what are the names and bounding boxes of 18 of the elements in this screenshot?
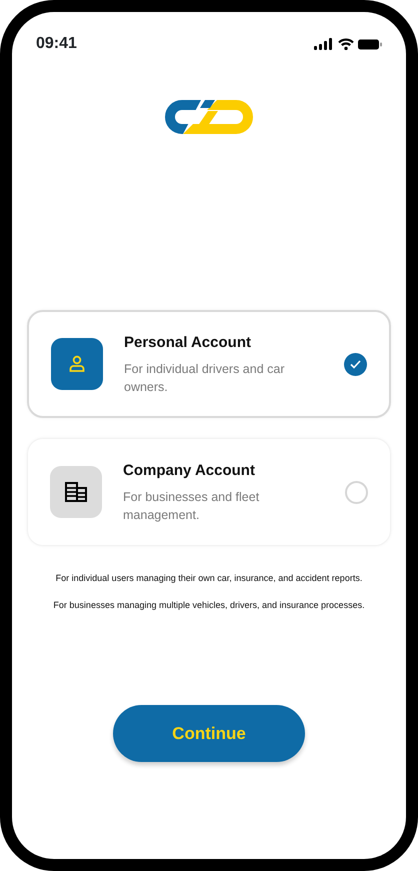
person-icon xyxy=(68,355,86,373)
account-description: For businesses and fleet management. xyxy=(123,488,260,524)
account-option[interactable]: Personal Account For individual drivers and car owners. xyxy=(27,310,391,418)
battery-icon xyxy=(358,38,382,50)
radio-button[interactable] xyxy=(345,480,368,504)
continue-button[interactable]: Continue xyxy=(113,705,305,762)
check-icon[interactable] xyxy=(344,352,367,376)
account-title: Company Account xyxy=(123,461,256,482)
signal-icon xyxy=(314,38,332,50)
logo-icon xyxy=(165,100,253,134)
info-text: For individual users managing their own car, insurance, and accident reports. xyxy=(56,572,362,585)
account-option[interactable]: Company Account For businesses and fleet management. xyxy=(27,438,391,546)
account-title: Personal Account xyxy=(124,333,252,354)
building-icon xyxy=(65,482,87,502)
account-description: For individual drivers and car owners. xyxy=(124,360,286,396)
wifi-icon xyxy=(338,38,354,50)
status-time: 09:41 xyxy=(36,34,77,54)
info-text: For businesses managing multiple vehicles, drivers, and insurance processes. xyxy=(53,598,365,612)
